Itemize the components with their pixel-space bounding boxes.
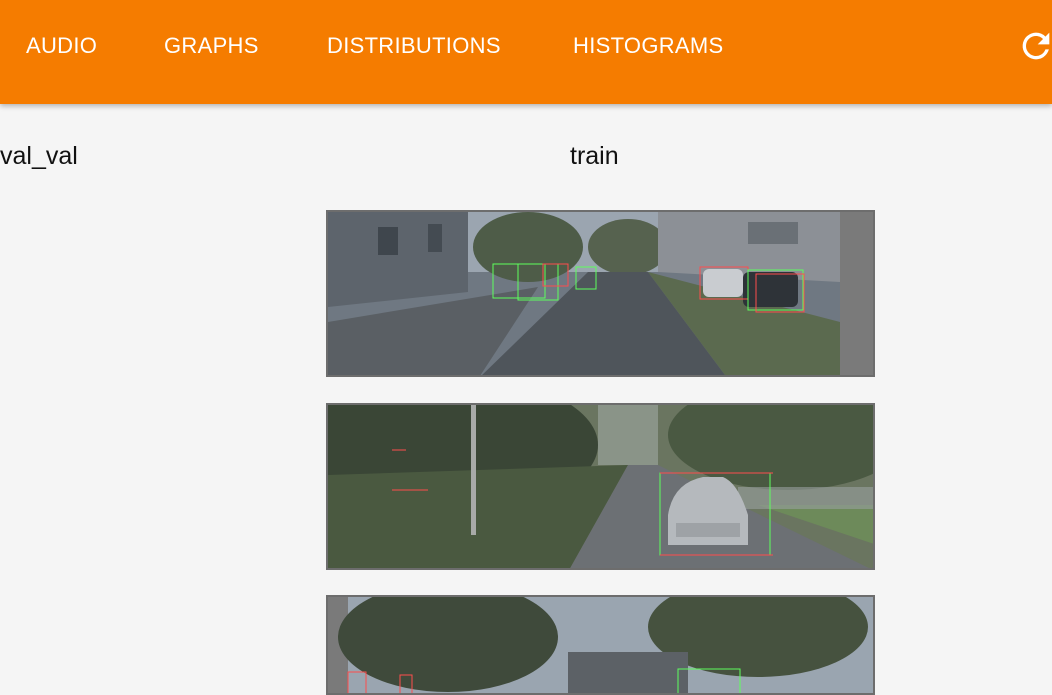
tab-histograms[interactable]: HISTOGRAMS bbox=[573, 0, 724, 92]
tree-road-image bbox=[328, 597, 873, 693]
reload-icon[interactable] bbox=[1016, 26, 1052, 66]
tab-graphs[interactable]: GRAPHS bbox=[164, 0, 259, 92]
road-scene-image bbox=[328, 405, 873, 568]
top-app-bar: AUDIO GRAPHS DISTRIBUTIONS HISTOGRAMS bbox=[0, 0, 1052, 104]
run-label-val: val_val bbox=[0, 142, 78, 170]
run-label-train: train bbox=[570, 142, 619, 170]
tab-distributions[interactable]: DISTRIBUTIONS bbox=[327, 0, 501, 92]
train-image-1[interactable] bbox=[326, 210, 875, 377]
train-image-3[interactable] bbox=[326, 595, 875, 695]
train-image-2[interactable] bbox=[326, 403, 875, 570]
street-scene-image bbox=[328, 212, 873, 375]
tab-audio[interactable]: AUDIO bbox=[26, 0, 97, 92]
